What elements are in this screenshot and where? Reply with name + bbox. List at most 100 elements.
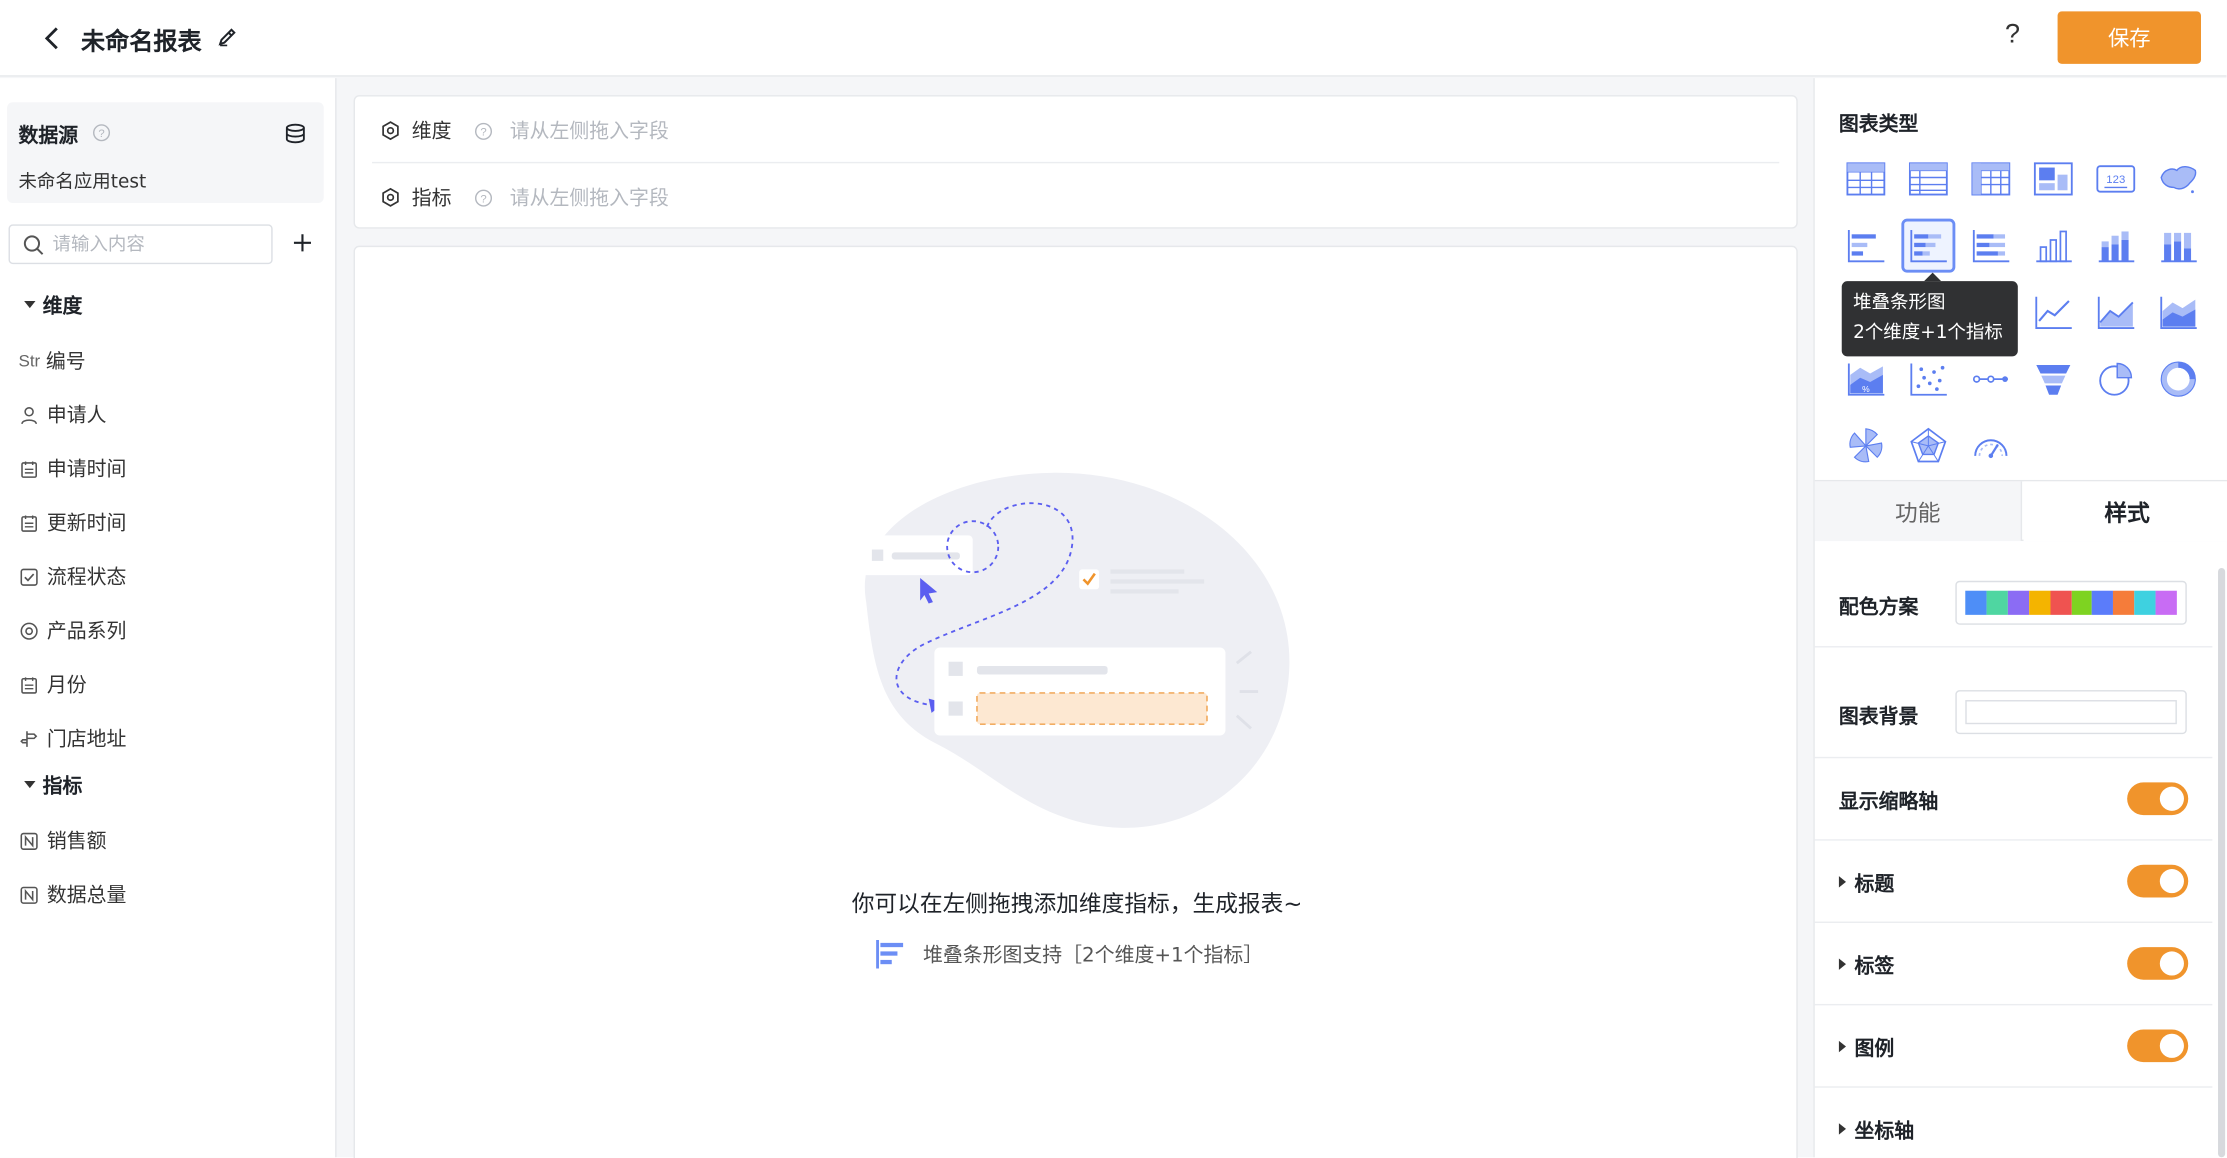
color-swatch <box>2113 590 2135 615</box>
help-icon[interactable]: ? <box>2005 20 2020 51</box>
color-swatch <box>2007 590 2029 615</box>
area-chart-icon[interactable] <box>2089 285 2143 339</box>
percent-column-chart-icon[interactable] <box>2151 219 2205 273</box>
chart-background-picker[interactable] <box>1955 690 2187 735</box>
show-axis-label: 显示缩略轴 <box>1838 790 1939 814</box>
caret-down-icon <box>24 301 36 309</box>
search-input[interactable] <box>52 231 266 258</box>
field-item[interactable]: 申请时间 <box>18 454 126 482</box>
column-chart-icon[interactable] <box>2026 219 2080 273</box>
axis-section-label: 坐标轴 <box>1854 1120 1915 1144</box>
title-row[interactable]: 标题 <box>1814 842 2213 923</box>
indicator-card-icon[interactable]: 123 <box>2089 152 2143 206</box>
edit-pencil-icon[interactable] <box>216 26 239 49</box>
field-item[interactable]: 更新时间 <box>18 508 126 536</box>
pie-chart-icon[interactable] <box>2089 352 2143 406</box>
help-circle-icon[interactable]: ? <box>474 188 493 206</box>
dimension-drop-zone[interactable]: 维度 ? 请从左侧拖入字段 <box>381 116 669 144</box>
color-swatch <box>2134 590 2156 615</box>
field-search[interactable] <box>8 224 273 265</box>
color-swatch <box>2071 590 2093 615</box>
radio-icon <box>18 621 38 641</box>
gauge-chart-icon[interactable] <box>1964 419 2018 473</box>
tooltip-description: 2个维度+1个指标 <box>1853 322 2003 344</box>
tab-style[interactable]: 样式 <box>2023 481 2227 542</box>
field-item[interactable]: 产品系列 <box>18 616 126 644</box>
funnel-chart-icon[interactable] <box>2026 352 2080 406</box>
color-swatch <box>2092 590 2114 615</box>
percent-stacked-bar-chart-icon[interactable] <box>1964 219 2018 273</box>
config-scrollbar[interactable] <box>2218 568 2226 1158</box>
field-label: 产品系列 <box>46 620 127 644</box>
color-scheme-row: 配色方案 <box>1814 569 2213 648</box>
radar-chart-icon[interactable] <box>1901 419 1955 473</box>
color-swatches <box>1965 590 2177 615</box>
metric-group-header[interactable]: 指标 <box>24 771 82 799</box>
field-item[interactable]: 申请人 <box>18 400 107 428</box>
stacked-horizontal-bar-chart-icon[interactable] <box>1901 218 1956 273</box>
caret-right-icon <box>1838 1123 1846 1135</box>
scatter-chart-icon[interactable] <box>1901 352 1955 406</box>
show-axis-toggle[interactable] <box>2127 782 2189 816</box>
number-type-icon <box>18 831 38 851</box>
config-panel: 图表类型 123 % 堆叠条形图 2个维度+1个指标 功能 样式 配色方案 图表… <box>1813 78 2227 1158</box>
save-button[interactable]: 保存 <box>2057 11 2201 64</box>
calendar-icon <box>18 459 38 479</box>
donut-chart-icon[interactable] <box>2151 352 2205 406</box>
empty-state-hint: 堆叠条形图支持［2个维度+1个指标］ <box>875 939 1263 970</box>
location-sign-icon <box>18 728 38 748</box>
search-icon <box>23 235 44 255</box>
field-item[interactable]: 门店地址 <box>18 724 126 752</box>
stacked-column-chart-icon[interactable] <box>2089 219 2143 273</box>
dimension-group-header[interactable]: 维度 <box>24 291 82 319</box>
metric-drop-zone[interactable]: 指标 ? 请从左侧拖入字段 <box>381 183 669 211</box>
metric-group-label: 指标 <box>42 775 83 799</box>
help-circle-icon[interactable]: ? <box>474 121 493 140</box>
field-label: 更新时间 <box>46 512 127 536</box>
color-scheme-select[interactable] <box>1955 580 2187 625</box>
chart-type-tooltip: 堆叠条形图 2个维度+1个指标 <box>1841 272 2018 357</box>
svg-text:%: % <box>1862 384 1870 394</box>
pivot-table-icon[interactable] <box>1964 152 2018 206</box>
legend-row[interactable]: 图例 <box>1814 1007 2213 1088</box>
drag-drop-illustration <box>859 472 1290 828</box>
table-chart-icon[interactable] <box>1839 152 1893 206</box>
tab-function[interactable]: 功能 <box>1814 481 2023 542</box>
dot-line-chart-icon[interactable] <box>1964 352 2018 406</box>
empty-state-text: 你可以在左侧拖拽添加维度指标，生成报表~ <box>851 890 1303 918</box>
svg-text:123: 123 <box>2106 174 2125 186</box>
field-item[interactable]: Str 编号 <box>18 346 85 374</box>
axis-row[interactable]: 坐标轴 <box>1815 1089 2213 1157</box>
field-label: 流程状态 <box>46 566 127 590</box>
empty-hint-text: 堆叠条形图支持［2个维度+1个指标］ <box>923 944 1264 968</box>
line-chart-icon[interactable] <box>2026 285 2080 339</box>
back-arrow-icon[interactable] <box>40 24 66 52</box>
map-chart-icon[interactable] <box>2151 152 2205 206</box>
tag-row[interactable]: 标签 <box>1814 924 2213 1006</box>
caret-right-icon <box>1838 958 1846 970</box>
field-item[interactable]: 数据总量 <box>18 880 126 908</box>
help-circle-icon[interactable]: ? <box>92 124 111 142</box>
horizontal-bar-chart-icon[interactable] <box>1839 219 1893 273</box>
rose-chart-icon[interactable] <box>1839 419 1893 473</box>
datasource-card: 数据源 ? 未命名应用test <box>7 102 324 204</box>
tag-section-label: 标签 <box>1854 955 1895 979</box>
title-toggle[interactable] <box>2127 864 2189 898</box>
detail-table-icon[interactable] <box>1901 152 1955 206</box>
chart-background-row: 图表背景 <box>1814 649 2213 759</box>
add-field-icon[interactable] <box>290 230 316 256</box>
metric-placeholder: 请从左侧拖入字段 <box>509 187 669 211</box>
field-item[interactable]: 流程状态 <box>18 562 126 590</box>
layout-card-icon[interactable] <box>2026 152 2080 206</box>
chart-canvas: 你可以在左侧拖拽添加维度指标，生成报表~ 堆叠条形图支持［2个维度+1个指标］ <box>353 245 1798 1158</box>
legend-section-label: 图例 <box>1854 1038 1895 1061</box>
field-item[interactable]: 月份 <box>18 670 87 698</box>
database-switch-icon[interactable] <box>284 122 307 145</box>
field-item[interactable]: 销售额 <box>18 826 107 854</box>
percent-area-chart-icon[interactable]: % <box>1839 352 1893 406</box>
stacked-area-chart-icon[interactable] <box>2151 285 2205 339</box>
number-type-icon <box>18 885 38 905</box>
chart-background-label: 图表背景 <box>1838 705 1919 729</box>
legend-toggle[interactable] <box>2127 1029 2189 1063</box>
tag-toggle[interactable] <box>2127 947 2189 980</box>
